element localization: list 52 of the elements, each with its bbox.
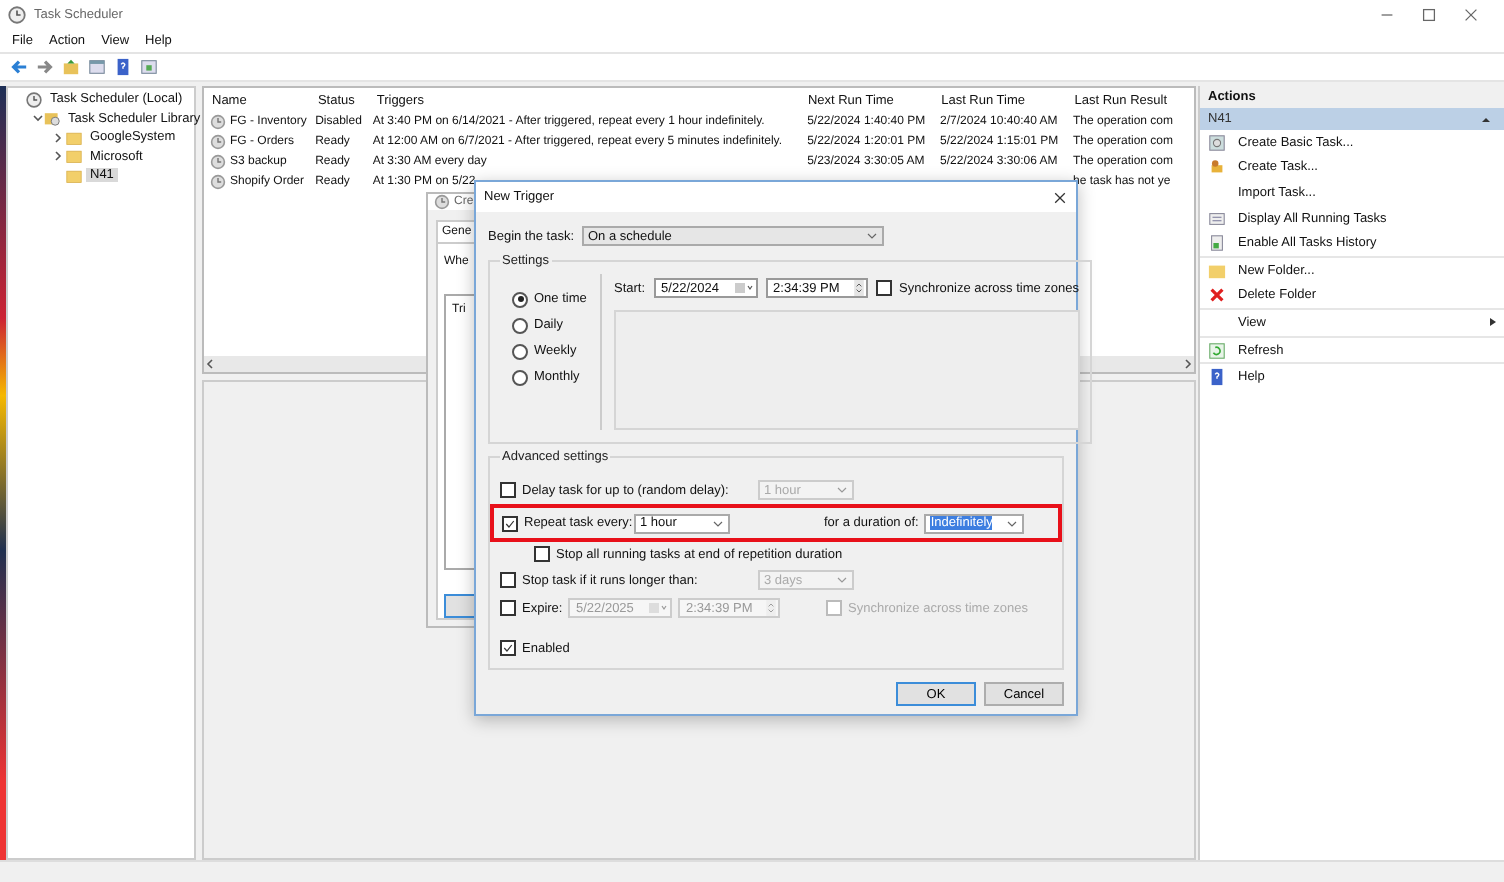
clock-icon xyxy=(434,194,450,210)
checkbox[interactable] xyxy=(502,515,518,531)
checkbox[interactable] xyxy=(826,600,842,616)
scroll-left-icon[interactable] xyxy=(204,358,216,370)
folder-clock-icon xyxy=(44,110,60,127)
delete-icon xyxy=(1208,286,1226,305)
refresh-icon xyxy=(1208,341,1226,360)
dropdown-icon xyxy=(712,517,724,529)
submenu-arrow-icon xyxy=(1486,316,1498,329)
maximize-icon[interactable] xyxy=(1420,5,1438,23)
forward-arrow-icon[interactable] xyxy=(36,58,54,76)
folder-icon xyxy=(1208,261,1226,280)
calendar-dropdown-icon xyxy=(733,282,754,294)
clock-icon xyxy=(210,134,226,150)
checkbox[interactable] xyxy=(500,572,516,588)
caret-icon[interactable] xyxy=(1480,113,1492,125)
panel-icon[interactable] xyxy=(88,58,106,76)
clock-icon xyxy=(210,114,226,130)
dropdown-icon xyxy=(1006,517,1019,529)
close-icon[interactable] xyxy=(1462,5,1480,23)
clock-icon xyxy=(8,5,26,23)
task-icon xyxy=(1208,158,1226,177)
radio-button[interactable] xyxy=(512,317,528,333)
checkbox[interactable] xyxy=(500,640,516,656)
radio-button[interactable] xyxy=(512,343,528,359)
help-icon xyxy=(1208,368,1226,387)
radio-button[interactable] xyxy=(512,369,528,385)
wizard-icon xyxy=(1208,133,1226,152)
back-arrow-icon[interactable] xyxy=(10,58,28,76)
dropdown-icon xyxy=(836,484,848,496)
checkbox[interactable] xyxy=(500,482,516,498)
help-icon[interactable] xyxy=(114,58,132,76)
log-icon xyxy=(1208,234,1226,253)
panel-icon[interactable] xyxy=(140,58,158,76)
checkbox[interactable] xyxy=(534,546,550,562)
spinner-icon xyxy=(853,280,864,296)
clock-icon xyxy=(26,91,42,108)
chevron-icon[interactable] xyxy=(32,112,44,125)
spinner-icon xyxy=(766,600,776,616)
clock-icon xyxy=(210,154,226,170)
chevron-icon[interactable] xyxy=(52,150,64,163)
radio-button[interactable] xyxy=(512,291,528,307)
chevron-icon[interactable] xyxy=(52,131,64,144)
checkbox[interactable] xyxy=(500,600,516,616)
clock-icon xyxy=(210,174,226,190)
checkbox[interactable] xyxy=(875,280,892,296)
dropdown-icon xyxy=(866,230,878,242)
list-icon xyxy=(1208,209,1226,228)
calendar-dropdown-icon xyxy=(648,602,668,614)
close-icon[interactable] xyxy=(1052,189,1068,205)
scroll-right-icon[interactable] xyxy=(1182,358,1194,370)
dropdown-icon xyxy=(836,574,848,586)
